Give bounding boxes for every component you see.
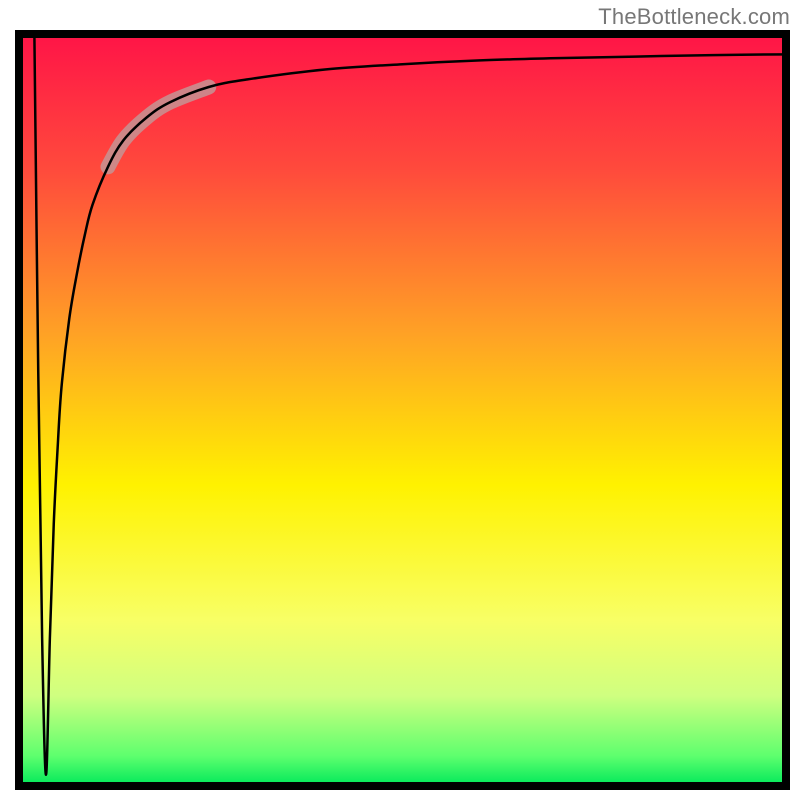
- watermark-text: TheBottleneck.com: [598, 4, 790, 30]
- chart-container: { "watermark": "TheBottleneck.com", "cha…: [0, 0, 800, 800]
- bottleneck-chart: [0, 0, 800, 800]
- plot-background: [19, 34, 786, 786]
